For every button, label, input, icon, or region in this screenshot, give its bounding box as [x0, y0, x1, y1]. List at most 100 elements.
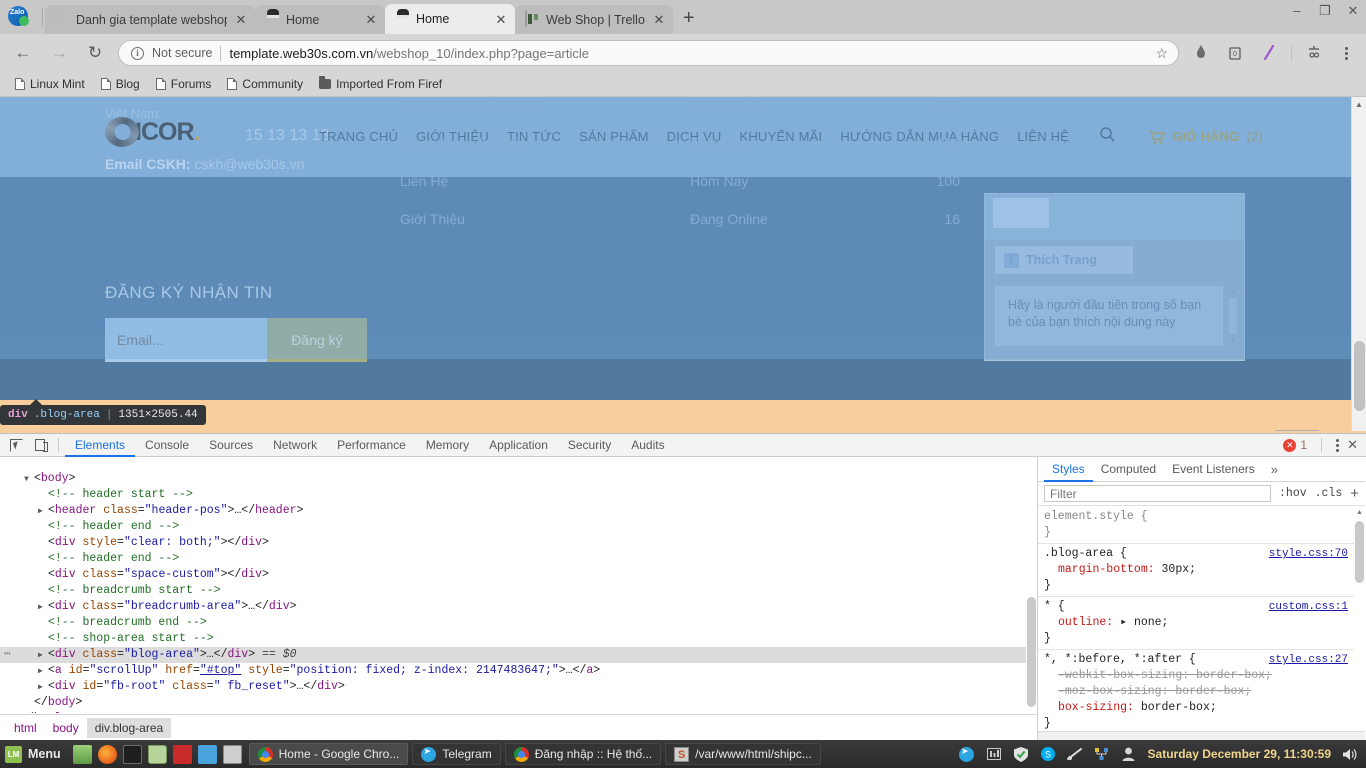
telegram-tray-icon[interactable]: [959, 746, 975, 762]
show-desktop-icon[interactable]: [72, 744, 92, 764]
dom-node-line[interactable]: <!-- header start -->: [0, 487, 1037, 503]
terminal-icon[interactable]: [122, 744, 142, 764]
reload-button[interactable]: ↻: [82, 40, 108, 66]
close-window-button[interactable]: ✕: [1346, 4, 1360, 17]
hov-toggle[interactable]: :hov: [1279, 487, 1307, 500]
tab-styles[interactable]: Styles: [1044, 457, 1093, 482]
footer-link-chinh-sach[interactable]: Chính Sách Đổi Trả: [400, 135, 542, 151]
dom-node-line[interactable]: <!-- header end -->: [0, 551, 1037, 567]
facebook-page-widget[interactable]: f Thích Trang Hãy là người đầu tiên tron…: [984, 193, 1245, 361]
nav-trang-chu[interactable]: TRANG CHỦ: [310, 129, 407, 144]
close-icon[interactable]: ✕: [651, 13, 667, 26]
bookmark-community[interactable]: Community: [220, 74, 310, 94]
tab-application[interactable]: Application: [479, 434, 558, 457]
breadcrumb-div-blog-area[interactable]: div.blog-area: [86, 718, 172, 738]
scroll-thumb[interactable]: [1354, 341, 1365, 411]
start-menu-button[interactable]: Menu: [0, 740, 70, 768]
expand-arrow-icon[interactable]: ▶: [38, 664, 48, 680]
expand-arrow-icon[interactable]: ▶: [38, 648, 48, 664]
new-style-rule-button[interactable]: +: [1350, 486, 1359, 501]
expand-arrow-icon[interactable]: ▼: [24, 472, 34, 488]
extension-icon-2[interactable]: 0: [1223, 41, 1247, 65]
telegram-icon[interactable]: [197, 744, 217, 764]
error-badge[interactable]: ✕ 1: [1283, 438, 1307, 452]
back-to-top-button[interactable]: ⌃: [1275, 430, 1319, 431]
scroll-down-icon[interactable]: ▼: [1227, 336, 1239, 346]
style-rule[interactable]: element.style {}: [1038, 507, 1354, 544]
dom-node-line[interactable]: </html>: [0, 711, 1037, 713]
expand-arrow-icon[interactable]: ▶: [38, 600, 48, 616]
breadcrumb-html[interactable]: html: [6, 718, 45, 738]
dom-node-line[interactable]: ▼ <body>: [0, 471, 1037, 487]
style-property[interactable]: margin-bottom: 30px;: [1044, 562, 1354, 578]
styles-rules-list[interactable]: element.style {} style.css:70 .blog-area {…: [1038, 507, 1354, 741]
dom-node-line[interactable]: ⋯ ▶ <div class="blog-area">…</div> == $0: [0, 647, 1037, 663]
dom-node-line[interactable]: </body>: [0, 695, 1037, 711]
facebook-scrollbar[interactable]: ▲ ▼: [1227, 286, 1239, 358]
nav-lien-he[interactable]: LIÊN HỆ: [1008, 129, 1078, 144]
browser-tab-3[interactable]: Home ✕: [385, 4, 515, 34]
footer-link-gioi-thieu[interactable]: Giới Thiệu: [400, 211, 542, 227]
tab-elements[interactable]: Elements: [65, 434, 136, 457]
new-tab-button[interactable]: +: [673, 8, 705, 34]
tab-event-listeners[interactable]: Event Listeners: [1164, 457, 1263, 482]
firefox-icon[interactable]: [97, 744, 117, 764]
nav-san-pham[interactable]: SẢN PHẨM: [570, 129, 658, 144]
style-property[interactable]: box-sizing: border-box;: [1044, 700, 1354, 716]
scroll-up-icon[interactable]: ▲: [1227, 286, 1239, 296]
browser-tab-2[interactable]: Home ✕: [255, 5, 385, 34]
bookmark-forums[interactable]: Forums: [149, 74, 219, 94]
taskbar-item-shipc[interactable]: /var/www/html/shipc...: [665, 743, 821, 765]
expand-arrow-icon[interactable]: ▶: [38, 504, 48, 520]
address-bar[interactable]: i Not secure template.web30s.com.vn/webs…: [118, 40, 1179, 66]
sublime-icon[interactable]: [222, 744, 242, 764]
more-tabs-icon[interactable]: »: [1263, 462, 1286, 477]
scroll-up-icon[interactable]: ▲: [1354, 507, 1365, 519]
dom-node-line[interactable]: ▶ <div class="breadcrumb-area">…</div>: [0, 599, 1037, 615]
tab-computed[interactable]: Computed: [1093, 457, 1164, 482]
tab-sources[interactable]: Sources: [199, 434, 263, 457]
shield-tray-icon[interactable]: [1013, 746, 1029, 762]
dom-scrollbar[interactable]: [1026, 457, 1037, 713]
info-icon[interactable]: i: [131, 46, 144, 60]
skype-tray-icon[interactable]: S: [1040, 746, 1056, 762]
scroll-thumb[interactable]: [1355, 521, 1364, 583]
files-icon[interactable]: [147, 744, 167, 764]
minimize-button[interactable]: –: [1290, 4, 1304, 17]
dom-node-line[interactable]: <!-- shop-area start -->: [0, 631, 1037, 647]
taskbar-item-chrome-home[interactable]: Home - Google Chro...: [248, 743, 409, 765]
style-rule[interactable]: custom.css:1 * {outline: ▸ none;}: [1038, 597, 1354, 650]
style-rule[interactable]: style.css:70 .blog-area {margin-bottom: 3…: [1038, 544, 1354, 597]
devtools-close-button[interactable]: ✕: [1347, 437, 1358, 453]
style-property[interactable]: outline: ▸ none;: [1044, 615, 1354, 631]
page-scrollbar[interactable]: ▲: [1351, 97, 1366, 431]
bookmark-imported-from-firefox[interactable]: Imported From Firef: [312, 74, 449, 94]
close-icon[interactable]: ✕: [363, 13, 379, 26]
tab-performance[interactable]: Performance: [327, 434, 416, 457]
tab-audits[interactable]: Audits: [621, 434, 674, 457]
extension-icon-4[interactable]: [1302, 41, 1326, 65]
tab-network[interactable]: Network: [263, 434, 327, 457]
network-tray-icon[interactable]: [1094, 746, 1110, 762]
style-source-link[interactable]: custom.css:1: [1269, 599, 1348, 615]
tab-security[interactable]: Security: [558, 434, 621, 457]
inspect-element-icon[interactable]: [4, 435, 28, 456]
tab-console[interactable]: Console: [135, 434, 199, 457]
taskbar-item-dang-nhap[interactable]: Đăng nhập :: Hệ thố...: [504, 743, 662, 765]
style-property[interactable]: -moz-box-sizing: border-box;: [1044, 684, 1354, 700]
user-tray-icon[interactable]: [1121, 746, 1137, 762]
pen-tray-icon[interactable]: [1066, 746, 1083, 762]
search-icon[interactable]: [1100, 127, 1115, 146]
dom-node-line[interactable]: ▶ <header class="header-pos">…</header>: [0, 503, 1037, 519]
filezilla-icon[interactable]: [172, 744, 192, 764]
styles-filter-input[interactable]: [1044, 485, 1272, 502]
extension-icon-1[interactable]: [1189, 41, 1213, 65]
close-icon[interactable]: ✕: [233, 13, 249, 26]
node-menu-icon[interactable]: ⋯: [4, 647, 11, 663]
dom-node-line[interactable]: <!-- breadcrumb end -->: [0, 615, 1037, 631]
footer-link-lien-he[interactable]: Liên Hệ: [400, 173, 542, 189]
device-toolbar-icon[interactable]: [28, 435, 52, 456]
styles-scrollbar[interactable]: ▲: [1354, 507, 1365, 741]
newsletter-email-input[interactable]: [105, 318, 267, 362]
chrome-menu-button[interactable]: [1336, 46, 1356, 60]
